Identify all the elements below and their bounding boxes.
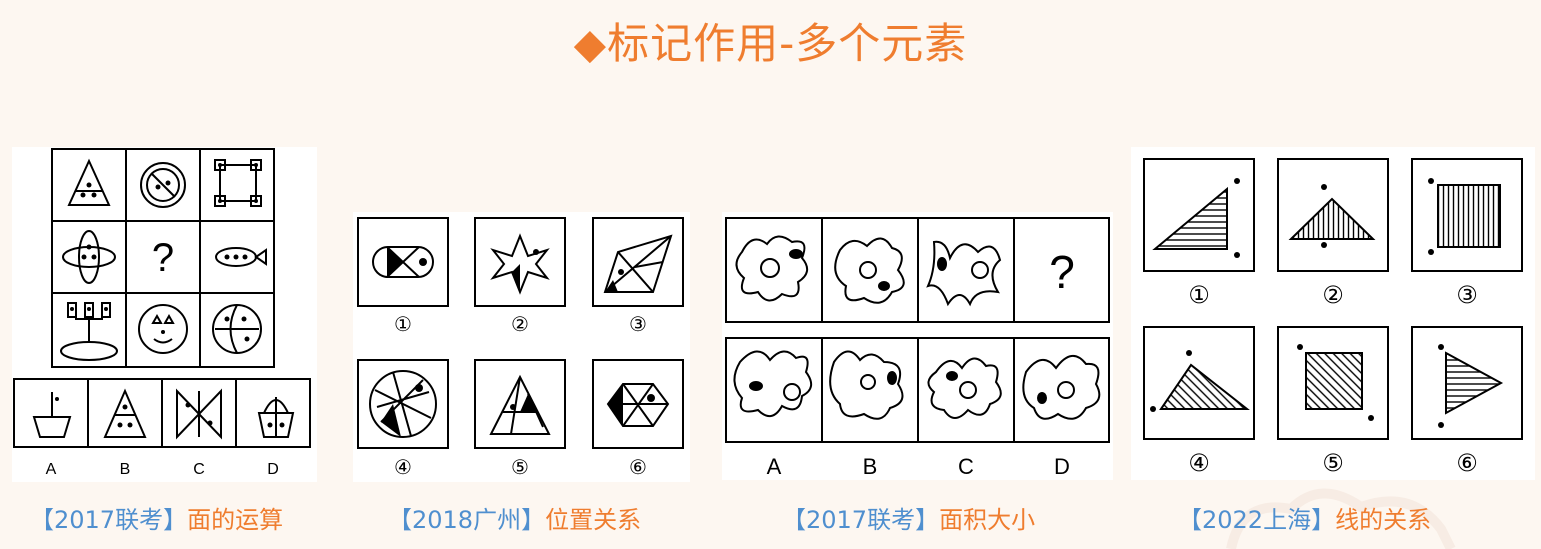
caption-topic: 线的关系 (1335, 506, 1432, 534)
puzzle-1-figure: ? A B C D (13, 148, 311, 478)
caption-source: 【2022上海】 (1178, 506, 1336, 534)
figure-number: ① (1188, 281, 1210, 309)
figure-number: ④ (1188, 449, 1210, 477)
page-title: ◆标记作用-多个元素 (573, 19, 968, 68)
caption-4: 【2022上海】线的关系 (1178, 500, 1431, 535)
puzzle-2-figure: ① ② ③ ④ ⑤ ⑥ (357, 217, 684, 479)
caption-1: 【2017联考】面的运算 (30, 500, 283, 535)
puzzle-panel-3: ? A B C D (722, 212, 1113, 480)
question-mark: ? (152, 236, 174, 280)
caption-topic: 面的运算 (187, 506, 284, 534)
caption-topic: 位置关系 (545, 506, 642, 534)
caption-source: 【2018广州】 (388, 506, 546, 534)
option-label: B (863, 454, 878, 479)
figure-number: ① (394, 312, 412, 336)
option-label: D (1054, 454, 1070, 479)
caption-topic: 面积大小 (939, 506, 1036, 534)
caption-source: 【2017联考】 (782, 506, 940, 534)
caption-2: 【2018广州】位置关系 (388, 500, 641, 535)
option-label: B (120, 461, 131, 478)
figure-number: ④ (394, 455, 412, 479)
figure-number: ② (1322, 281, 1344, 309)
figure-number: ⑤ (511, 455, 529, 479)
question-mark: ? (1049, 246, 1075, 298)
caption-source: 【2017联考】 (30, 506, 188, 534)
option-label: C (193, 461, 205, 478)
figure-number: ⑥ (1456, 449, 1478, 477)
option-label: D (267, 461, 279, 478)
figure-number: ③ (1456, 281, 1478, 309)
figure-number: ② (511, 312, 529, 336)
figure-number: ⑤ (1322, 449, 1344, 477)
figure-number: ⑥ (629, 455, 647, 479)
caption-3: 【2017联考】面积大小 (782, 500, 1035, 535)
option-label: C (958, 454, 974, 479)
puzzle-4-figure: ① ② ③ ④ ⑤ ⑥ (1143, 158, 1523, 477)
puzzle-panel-2: ① ② ③ ④ ⑤ ⑥ (353, 212, 690, 482)
puzzle-panel-1: ? A B C D (12, 147, 317, 482)
puzzle-panel-4: ① ② ③ ④ ⑤ ⑥ (1131, 147, 1535, 480)
option-label: A (46, 461, 57, 478)
figure-number: ③ (629, 312, 647, 336)
puzzle-3-figure: ? A B C D (725, 217, 1110, 479)
option-label: A (767, 454, 782, 479)
